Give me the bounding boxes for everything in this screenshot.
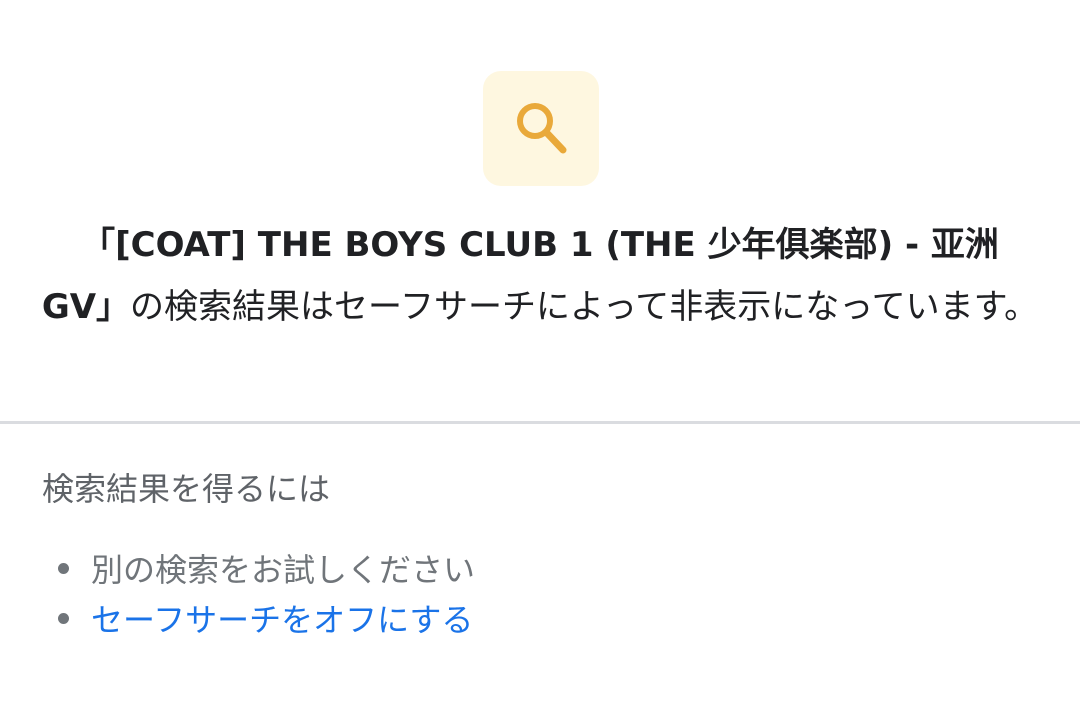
message-suffix: の検索結果はセーフサーチによって非表示になっています。 [130, 287, 1039, 327]
safesearch-message: 「[COAT] THE BOYS CLUB 1 (THE 少年俱楽部) - 亚洲… [40, 214, 1040, 338]
open-quote: 「 [81, 225, 116, 265]
help-heading: 検索結果を得るには [42, 470, 331, 508]
bullet-icon [58, 562, 69, 574]
turn-off-safesearch-link[interactable]: セーフサーチをオフにする [91, 595, 473, 641]
close-quote: 」 [96, 287, 131, 327]
suggestion-item: セーフサーチをオフにする [58, 593, 475, 643]
search-icon [517, 102, 567, 153]
suggestion-list: 別の検索をお試しください セーフサーチをオフにする [58, 543, 475, 643]
search-icon-tile [483, 71, 599, 186]
bullet-icon [58, 612, 69, 624]
suggestion-item: 別の検索をお試しください [58, 543, 475, 593]
divider [0, 421, 1080, 424]
suggestion-try-another-search: 別の検索をお試しください [91, 551, 476, 589]
